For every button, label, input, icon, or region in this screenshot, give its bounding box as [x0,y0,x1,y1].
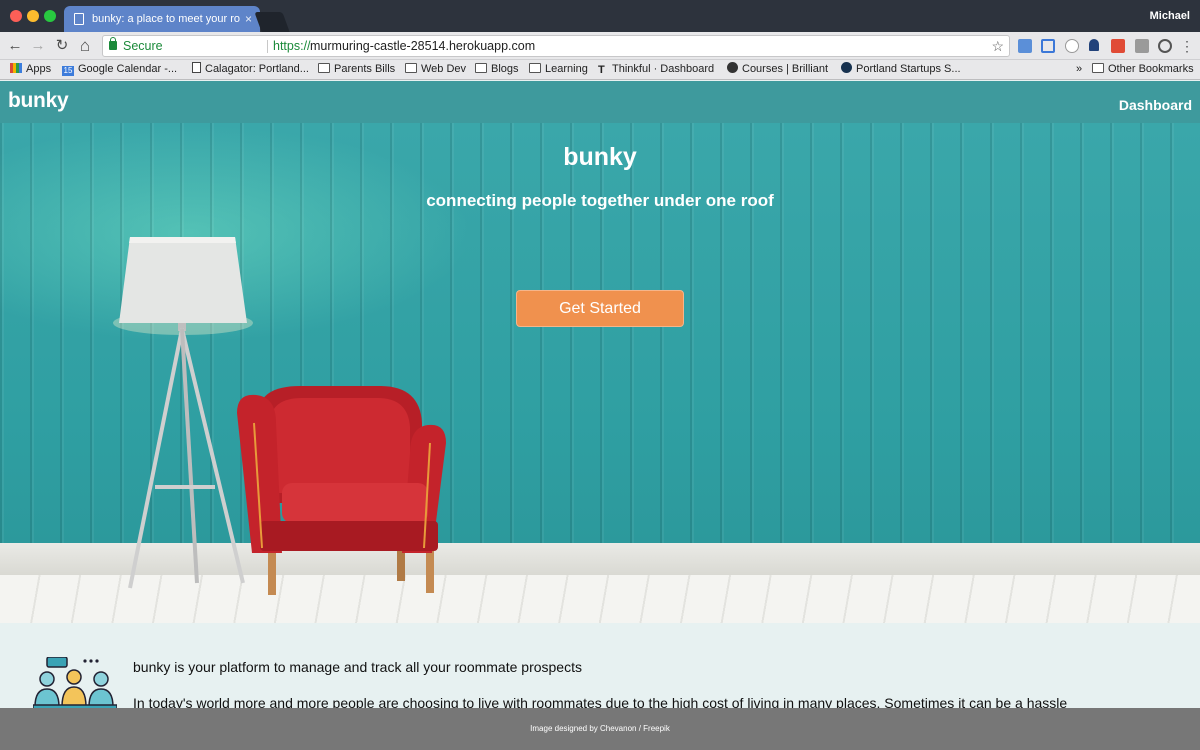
bookmark-label: Parents Bills [334,63,396,75]
browser-tab-bar: bunky: a place to meet your ro × Michael [0,0,1200,32]
bookmark-label: Thinkful · Dashboard [612,63,715,75]
extension-pin-icon[interactable] [1089,39,1099,51]
bookmark-calagator[interactable]: Calagator: Portland... [192,60,309,80]
image-credit-text: Image designed by Chevanon / Freepik [530,724,670,733]
nav-dashboard-link[interactable]: Dashboard [1119,97,1192,113]
site-navbar: bunky Dashboard [0,81,1200,123]
bookmark-folder-blogs[interactable]: Blogs [475,60,519,80]
calendar-icon: 15 [62,66,74,76]
bookmark-label: Google Calendar -... [78,63,178,75]
bookmark-label: Apps [26,63,52,75]
hero-section: bunky connecting people together under o… [0,123,1200,623]
bookmark-label: Other Bookmarks [1108,63,1194,75]
minimize-window-button[interactable] [27,10,39,22]
extension-dots-icon[interactable] [1111,39,1125,53]
bookmark-portland-startups[interactable]: Portland Startups S... [841,60,961,80]
bookmark-star-icon[interactable]: ☆ [991,36,1004,56]
bookmark-folder-learning[interactable]: Learning [529,60,588,80]
red-armchair [237,386,446,595]
bookmark-thinkful[interactable]: T Thinkful · Dashboard [598,60,714,80]
image-credit-footer: Image designed by Chevanon / Freepik [0,708,1200,750]
maximize-window-button[interactable] [44,10,56,22]
back-button[interactable]: ← [4,35,26,57]
tagline-text: bunky is your platform to manage and tra… [133,659,582,675]
get-started-button[interactable]: Get Started [516,290,684,327]
extension-calendar-icon[interactable] [1018,39,1032,53]
bookmark-apps[interactable]: Apps [10,60,51,80]
url-scheme: https:// [273,39,311,53]
startups-icon [841,62,852,73]
bookmark-brilliant[interactable]: Courses | Brilliant [727,60,828,80]
bookmark-folder-other[interactable]: Other Bookmarks [1092,60,1194,80]
folder-icon [529,63,541,73]
folder-icon [475,63,487,73]
profile-name[interactable]: Michael [1150,10,1190,22]
extension-react-icon[interactable] [1158,39,1172,53]
extension-t-icon[interactable] [1041,39,1055,53]
folder-icon [318,63,330,73]
bookmark-folder-web-dev[interactable]: Web Dev [405,60,466,80]
browser-menu-icon[interactable]: ⋮ [1180,39,1194,53]
url-host: murmuring-castle-28514.herokuapp.com [310,39,536,53]
extension-circle-icon[interactable] [1065,39,1079,53]
bookmark-label: Learning [545,63,588,75]
bookmark-label: Blogs [491,63,519,75]
brilliant-icon [727,62,738,73]
bookmark-label: Web Dev [421,63,467,75]
hero-subtitle: connecting people together under one roo… [426,191,774,210]
hero-title: bunky [563,143,637,171]
bookmarks-overflow-button[interactable]: » [1076,60,1082,80]
bookmark-google-calendar[interactable]: 15 Google Calendar -... [62,60,177,80]
folder-icon [405,63,417,73]
bookmarks-bar: Apps 15 Google Calendar -... Calagator: P… [0,60,1200,80]
folder-icon [1092,63,1104,73]
bookmark-folder-parents-bills[interactable]: Parents Bills [318,60,395,80]
bookmark-label: Courses | Brilliant [742,63,828,75]
address-bar[interactable]: Secure https:// murmuring-castle-28514.h… [102,35,1010,57]
thinkful-icon: T [598,64,605,76]
browser-tab-active[interactable]: bunky: a place to meet your ro × [64,6,260,32]
bookmark-label: Calagator: Portland... [205,63,309,75]
extension-counter-icon[interactable] [1135,39,1149,53]
lock-icon [109,37,117,50]
reload-button[interactable]: ↻ [51,35,73,57]
close-tab-icon[interactable]: × [245,6,252,32]
page-icon [74,13,84,25]
close-window-button[interactable] [10,10,22,22]
secure-label: Secure [123,39,163,53]
new-tab-button[interactable] [254,12,290,32]
bookmark-label: Portland Startups S... [856,63,961,75]
apps-grid-icon [10,63,22,73]
forward-button[interactable]: → [27,35,49,57]
home-button[interactable]: ⌂ [74,35,96,57]
page-icon [192,62,201,73]
browser-toolbar: ← → ↻ ⌂ Secure https:// murmuring-castle… [0,32,1200,60]
page-viewport: bunky Dashboard bunky connecting people … [0,81,1200,750]
floor-lamp [113,237,253,589]
divider [267,40,268,53]
tab-title: bunky: a place to meet your ro [92,13,240,25]
brand-logo[interactable]: bunky [8,89,69,113]
